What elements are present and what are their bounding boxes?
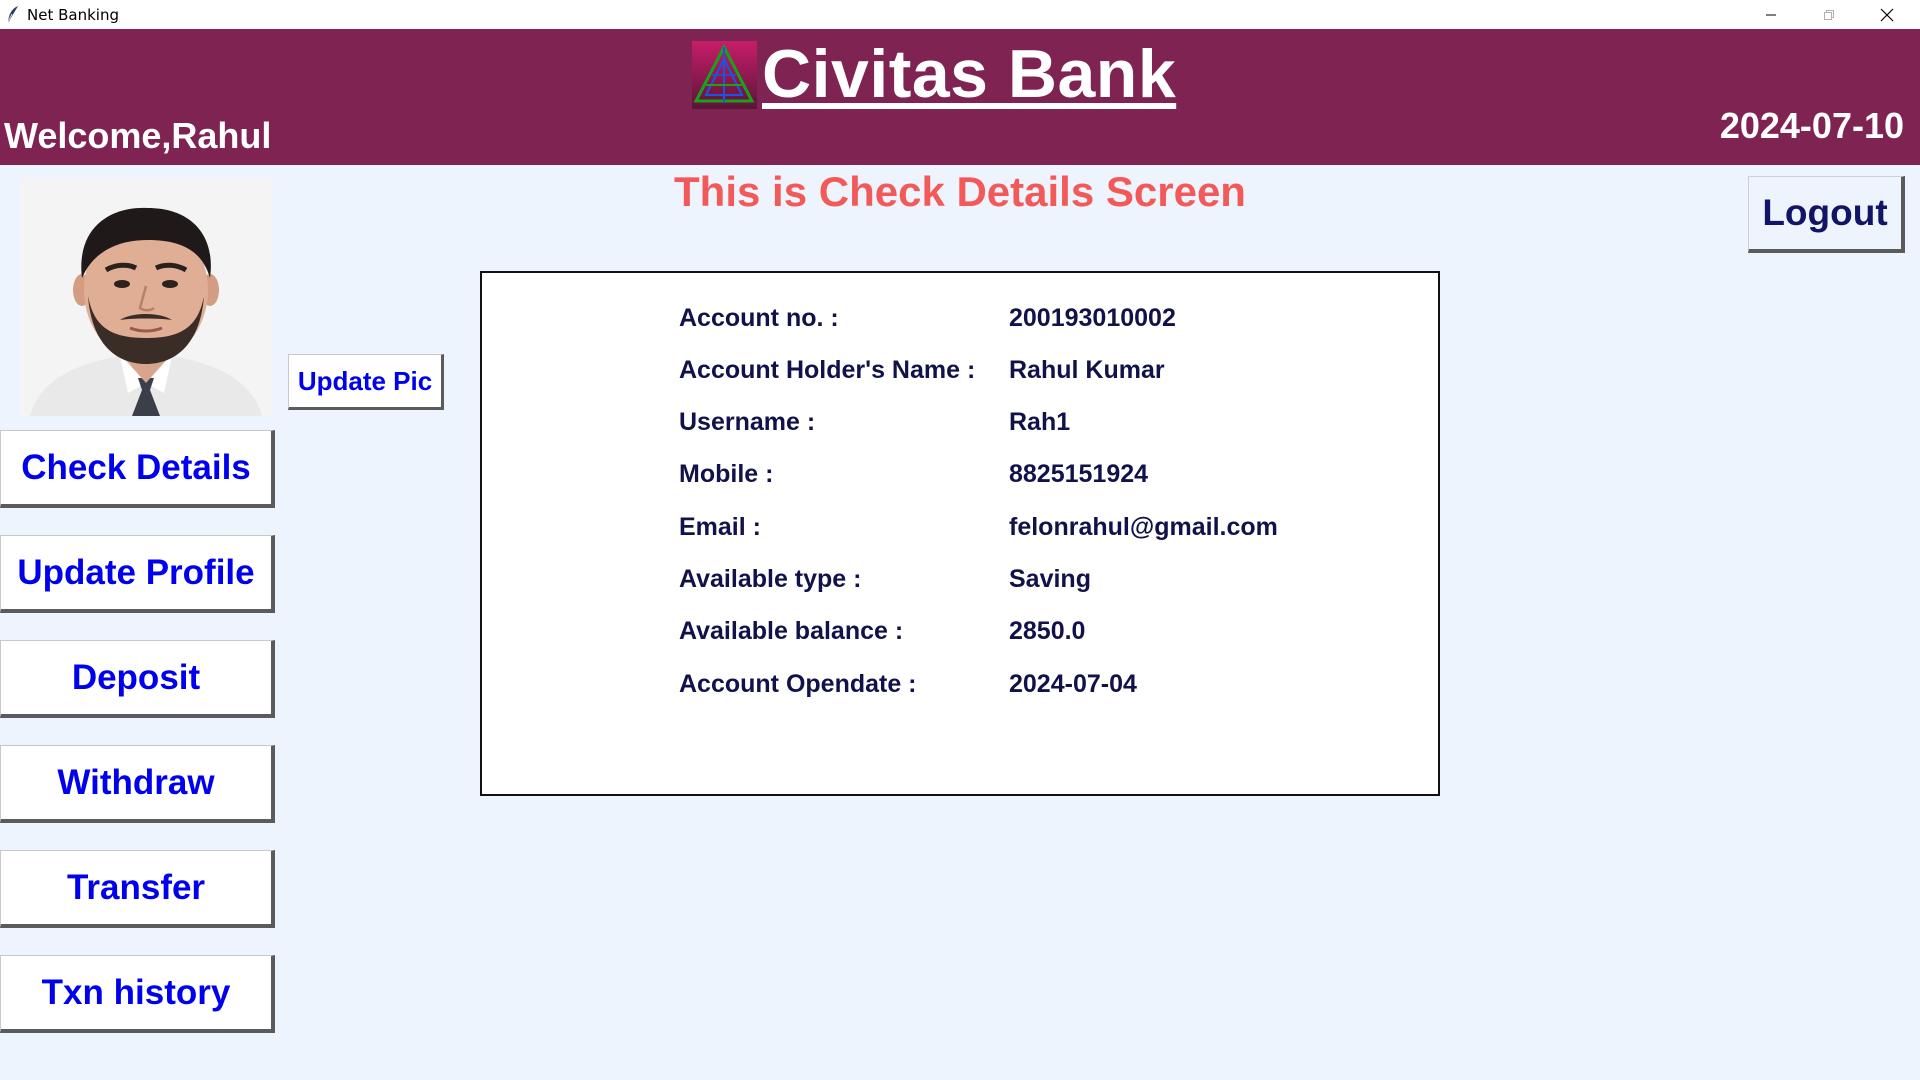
detail-value: 8825151924 bbox=[1009, 460, 1149, 488]
app-header: Civitas Bank Welcome,Rahul 2024-07-10 bbox=[0, 29, 1920, 165]
update-profile-button[interactable]: Update Profile bbox=[0, 535, 275, 613]
detail-value: Rah1 bbox=[1009, 408, 1071, 436]
detail-label: Email : bbox=[679, 513, 761, 541]
logout-button[interactable]: Logout bbox=[1748, 176, 1905, 253]
bank-logo bbox=[692, 41, 757, 109]
screen-title: This is Check Details Screen bbox=[674, 168, 1246, 215]
maximize-icon bbox=[1824, 9, 1834, 20]
detail-label: Account Opendate : bbox=[679, 670, 917, 698]
detail-value: Rahul Kumar bbox=[1009, 356, 1165, 384]
account-details-panel: Account no. : 200193010002 Account Holde… bbox=[480, 271, 1440, 796]
detail-label: Username : bbox=[679, 408, 816, 436]
close-button[interactable] bbox=[1858, 0, 1916, 29]
txn-history-button[interactable]: Txn history bbox=[0, 955, 275, 1033]
current-date: 2024-07-10 bbox=[1719, 105, 1904, 146]
bank-name: Civitas Bank bbox=[762, 36, 1177, 112]
detail-value: Saving bbox=[1009, 565, 1091, 593]
window-title: Net Banking bbox=[27, 6, 119, 24]
check-details-button[interactable]: Check Details bbox=[0, 430, 275, 508]
feather-icon bbox=[7, 6, 18, 23]
transfer-button[interactable]: Transfer bbox=[0, 850, 275, 928]
close-icon bbox=[1880, 8, 1894, 21]
detail-label: Account no. : bbox=[679, 304, 839, 332]
window-titlebar: Net Banking bbox=[0, 0, 1920, 30]
detail-value: 200193010002 bbox=[1009, 304, 1176, 332]
minimize-button[interactable] bbox=[1742, 0, 1800, 29]
detail-label: Available balance : bbox=[679, 617, 904, 645]
detail-label: Available type : bbox=[679, 565, 862, 593]
detail-label: Account Holder's Name : bbox=[679, 356, 976, 384]
detail-label: Mobile : bbox=[679, 460, 774, 488]
maximize-button[interactable] bbox=[1800, 0, 1858, 29]
deposit-button[interactable]: Deposit bbox=[0, 640, 275, 718]
welcome-text: Welcome,Rahul bbox=[4, 115, 272, 156]
detail-value: 2024-07-04 bbox=[1009, 670, 1137, 698]
detail-value: felonrahul@gmail.com bbox=[1009, 513, 1278, 541]
minimize-icon bbox=[1766, 14, 1776, 15]
detail-value: 2850.0 bbox=[1009, 617, 1086, 645]
update-pic-button[interactable]: Update Pic bbox=[288, 354, 444, 410]
withdraw-button[interactable]: Withdraw bbox=[0, 745, 275, 823]
